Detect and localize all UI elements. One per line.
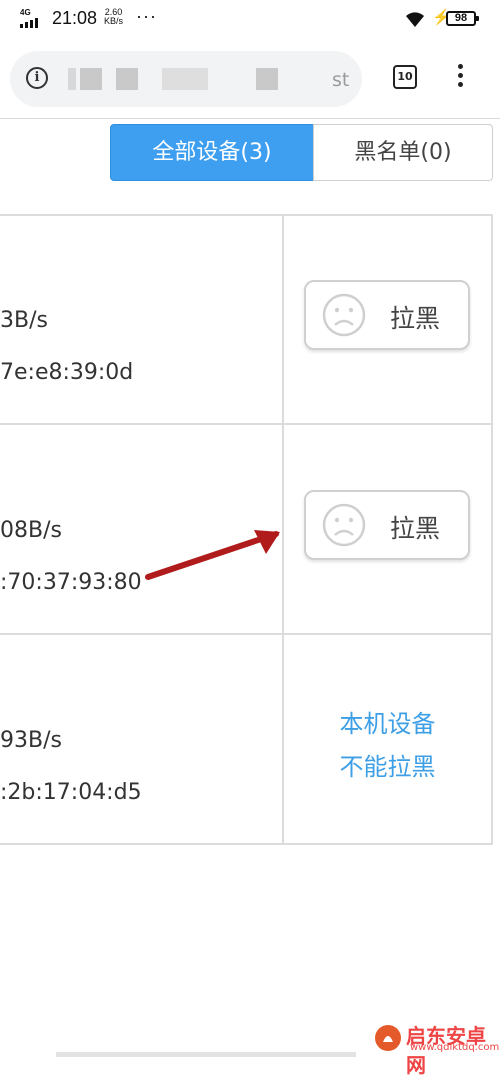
- table-divider: [0, 633, 493, 635]
- block-device-button[interactable]: 拉黑: [304, 280, 470, 350]
- sad-face-icon: [322, 293, 366, 337]
- status-bar: 4G 21:08 2.60 KB/s ··· ⚡ 98: [0, 0, 500, 40]
- url-redacted: [68, 68, 76, 90]
- device-mac: :70:37:93:80: [0, 570, 142, 595]
- block-button-label: 拉黑: [390, 304, 441, 333]
- annotation-arrow-icon: [145, 530, 280, 580]
- device-speed: 3B/s: [0, 308, 48, 333]
- browser-toolbar: i st 10: [0, 40, 500, 118]
- wifi-icon: [406, 12, 424, 27]
- site-info-icon[interactable]: i: [26, 67, 48, 89]
- toolbar-divider: [0, 118, 500, 119]
- clock: 21:08: [52, 8, 98, 28]
- sad-face-icon: [322, 503, 366, 547]
- table-divider: [0, 423, 493, 425]
- block-button-label: 拉黑: [390, 514, 441, 543]
- tab-all-devices[interactable]: 全部设备(3): [110, 124, 314, 181]
- tab-blacklist[interactable]: 黑名单(0): [313, 124, 493, 181]
- tab-count: 10: [397, 70, 413, 83]
- bottom-scroll-bar: [56, 1052, 356, 1057]
- more-notifications-icon: ···: [136, 6, 157, 26]
- local-device-note-line1: 本机设备: [339, 710, 436, 738]
- table-border: [0, 214, 493, 216]
- url-redacted: [116, 68, 138, 90]
- device-mac: 7e:e8:39:0d: [0, 360, 134, 385]
- battery-level: 98: [454, 12, 468, 24]
- url-redacted: [162, 68, 208, 90]
- watermark-url: www.qdlktdq.com: [410, 1042, 500, 1053]
- table-border: [0, 843, 493, 845]
- watermark-logo-icon: [375, 1025, 401, 1051]
- tab-switcher-button[interactable]: 10: [393, 65, 417, 89]
- address-bar[interactable]: i st: [10, 51, 362, 107]
- network-speed-unit: KB/s: [104, 16, 124, 26]
- signal-icon: 4G: [20, 8, 46, 28]
- table-border: [491, 214, 493, 845]
- battery-icon: 98: [446, 11, 479, 26]
- block-device-button[interactable]: 拉黑: [304, 490, 470, 560]
- url-text: st: [332, 69, 350, 91]
- network-speed: 2.60 KB/s: [104, 8, 123, 26]
- device-mac: :2b:17:04:d5: [0, 780, 142, 805]
- device-speed: 08B/s: [0, 518, 62, 543]
- url-redacted: [80, 68, 102, 90]
- network-type: 4G: [20, 8, 31, 17]
- overflow-menu-icon[interactable]: [455, 64, 465, 94]
- device-speed: 93B/s: [0, 728, 62, 753]
- url-redacted: [256, 68, 278, 90]
- local-device-note-line2: 不能拉黑: [339, 753, 436, 781]
